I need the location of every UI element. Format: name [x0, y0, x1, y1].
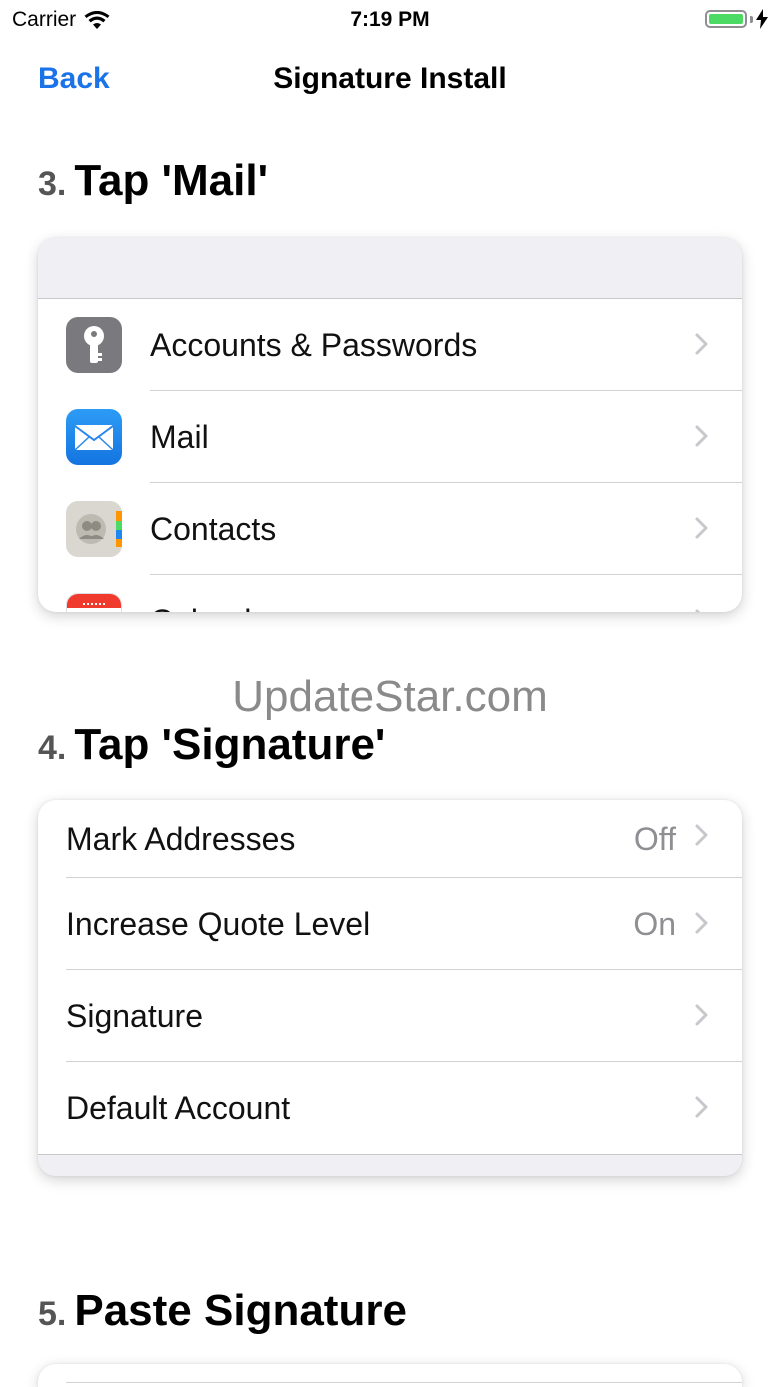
step-instruction: Tap 'Signature': [74, 720, 386, 769]
settings-row-label: Mail: [150, 418, 209, 455]
mail-row-label: Signature: [66, 997, 203, 1034]
mail-row-signature[interactable]: Signature: [38, 970, 742, 1062]
chevron-right-icon: [695, 609, 701, 612]
settings-screenshot-card: Accounts & Passwords Mail Contacts: [38, 238, 742, 612]
chevron-right-icon: [695, 824, 708, 846]
status-bar: Carrier 7:19 PM: [0, 0, 780, 40]
mail-row-value: On: [633, 905, 676, 942]
step-instruction: Tap 'Mail': [74, 156, 269, 205]
calendar-icon: [66, 593, 122, 612]
clock: 7:19 PM: [350, 8, 430, 31]
mail-row-label: Default Account: [66, 1089, 291, 1126]
mail-row-label: Mark Addresses: [66, 820, 296, 857]
chevron-right-icon: [695, 1096, 708, 1118]
step-5-heading: 5. Paste Signature: [38, 1286, 407, 1336]
watermark: UpdateStar.com: [232, 672, 548, 721]
key-icon: [66, 317, 122, 373]
chevron-right-icon: [695, 425, 708, 447]
mail-row-default-account[interactable]: Default Account: [38, 1062, 742, 1154]
envelope-icon: [66, 409, 122, 465]
settings-header-band: [38, 238, 742, 299]
page-title: Signature Install: [273, 62, 507, 95]
step-number: 5.: [38, 1295, 67, 1333]
mail-row-mark-addresses[interactable]: Mark Addresses Off: [38, 800, 742, 878]
charging-bolt-icon: [756, 9, 768, 29]
settings-row-calendar[interactable]: Calendar: [38, 575, 742, 612]
chevron-right-icon: [695, 1004, 708, 1026]
mail-row-label: Increase Quote Level: [66, 905, 371, 942]
mail-row-value: Off: [633, 820, 676, 857]
step-number: 3.: [38, 165, 67, 203]
step-3-heading: 3. Tap 'Mail': [38, 156, 268, 206]
settings-row-contacts[interactable]: Contacts: [38, 483, 742, 575]
step-4-heading: 4. Tap 'Signature': [38, 720, 385, 770]
battery-icon: [705, 10, 747, 28]
mail-settings-screenshot-card: Mark Addresses Off Increase Quote Level …: [38, 800, 742, 1176]
chevron-right-icon: [695, 912, 708, 934]
navigation-bar: Back Signature Install: [0, 40, 780, 120]
settings-row-accounts[interactable]: Accounts & Passwords: [38, 299, 742, 391]
step-number: 4.: [38, 729, 67, 767]
settings-row-label: Contacts: [150, 510, 277, 547]
battery-indicator: [705, 9, 768, 29]
mail-row-increase-quote-level[interactable]: Increase Quote Level On: [38, 878, 742, 970]
signature-screenshot-card: [38, 1364, 742, 1387]
mail-settings-footer-band: [38, 1154, 742, 1176]
contacts-icon: [66, 501, 122, 557]
settings-row-mail[interactable]: Mail: [38, 391, 742, 483]
step-instruction: Paste Signature: [74, 1286, 407, 1335]
chevron-right-icon: [695, 517, 708, 539]
chevron-right-icon: [695, 333, 708, 355]
settings-row-label: Accounts & Passwords: [150, 326, 478, 363]
settings-row-label: Calendar: [150, 603, 280, 613]
